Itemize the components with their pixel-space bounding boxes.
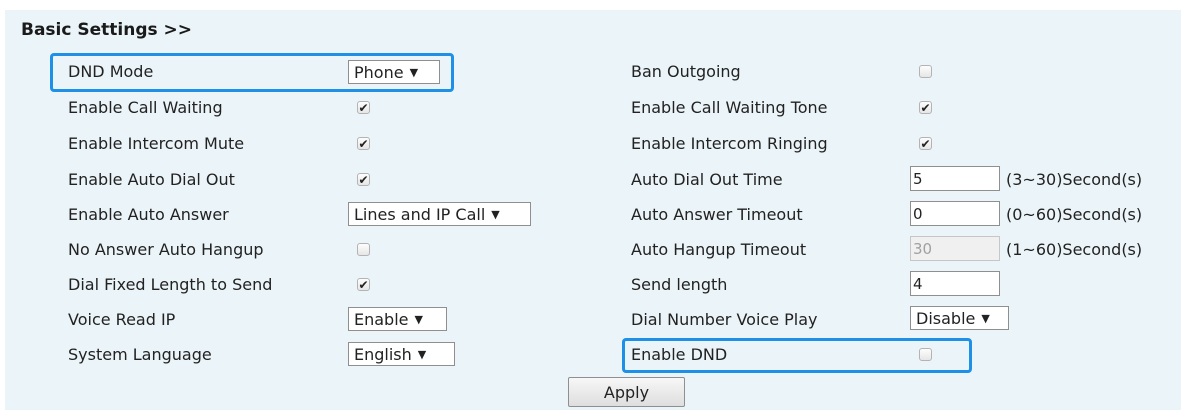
ban-outgoing-checkbox[interactable] [919, 65, 932, 78]
auto-answer-label: Enable Auto Answer [68, 205, 229, 224]
dial-fixed-length-label: Dial Fixed Length to Send [68, 275, 273, 294]
auto-dial-out-time-input[interactable] [910, 166, 1000, 191]
call-waiting-label: Enable Call Waiting [68, 98, 223, 117]
enable-dnd-highlight [622, 338, 972, 373]
voice-read-ip-select[interactable]: Enable ▼ [348, 307, 447, 331]
checkmark-icon: ✔ [358, 136, 369, 151]
no-answer-hangup-checkbox[interactable] [357, 243, 370, 256]
section-title: Basic Settings >> [21, 20, 193, 40]
system-language-value: English [354, 344, 412, 364]
no-answer-hangup-label: No Answer Auto Hangup [68, 240, 264, 259]
auto-answer-select[interactable]: Lines and IP Call ▼ [348, 202, 531, 226]
auto-answer-timeout-label: Auto Answer Timeout [631, 205, 803, 224]
apply-button[interactable]: Apply [568, 377, 685, 407]
checkmark-icon: ✔ [358, 172, 369, 187]
intercom-ringing-label: Enable Intercom Ringing [631, 134, 828, 153]
checkmark-icon: ✔ [358, 100, 369, 115]
send-length-label: Send length [631, 275, 728, 294]
dial-fixed-length-checkbox[interactable]: ✔ [357, 278, 370, 291]
call-waiting-tone-checkbox[interactable]: ✔ [919, 101, 932, 114]
auto-answer-timeout-input[interactable] [910, 201, 1000, 226]
intercom-ringing-checkbox[interactable]: ✔ [919, 137, 932, 150]
call-waiting-checkbox[interactable]: ✔ [357, 101, 370, 114]
auto-hangup-timeout-range: (1~60)Second(s) [1006, 240, 1143, 259]
auto-answer-value: Lines and IP Call [354, 204, 486, 224]
intercom-mute-checkbox[interactable]: ✔ [357, 137, 370, 150]
auto-hangup-timeout-label: Auto Hangup Timeout [631, 240, 807, 259]
checkmark-icon: ✔ [920, 136, 931, 151]
system-language-select[interactable]: English ▼ [348, 342, 455, 366]
voice-read-ip-label: Voice Read IP [68, 310, 176, 329]
send-length-input[interactable] [910, 271, 1000, 296]
dial-number-voice-play-label: Dial Number Voice Play [631, 310, 818, 329]
dial-number-voice-play-value: Disable [916, 308, 976, 328]
auto-answer-timeout-range: (0~60)Second(s) [1006, 205, 1143, 224]
voice-read-ip-value: Enable [354, 309, 409, 329]
dropdown-arrow-icon: ▼ [414, 312, 423, 326]
dropdown-arrow-icon: ▼ [417, 347, 427, 361]
checkmark-icon: ✔ [920, 100, 931, 115]
dial-number-voice-play-select[interactable]: Disable ▼ [910, 306, 1009, 330]
dnd-mode-highlight [50, 53, 454, 92]
checkmark-icon: ✔ [358, 277, 369, 292]
auto-dial-out-time-label: Auto Dial Out Time [631, 170, 783, 189]
call-waiting-tone-label: Enable Call Waiting Tone [631, 98, 828, 117]
system-language-label: System Language [68, 345, 212, 364]
auto-hangup-timeout-input [910, 236, 1000, 261]
dropdown-arrow-icon: ▼ [491, 207, 500, 221]
ban-outgoing-label: Ban Outgoing [631, 62, 741, 81]
auto-dial-out-label: Enable Auto Dial Out [68, 170, 235, 189]
auto-dial-out-time-range: (3~30)Second(s) [1006, 170, 1143, 189]
auto-dial-out-checkbox[interactable]: ✔ [357, 173, 370, 186]
intercom-mute-label: Enable Intercom Mute [68, 134, 245, 153]
dropdown-arrow-icon: ▼ [981, 311, 990, 325]
